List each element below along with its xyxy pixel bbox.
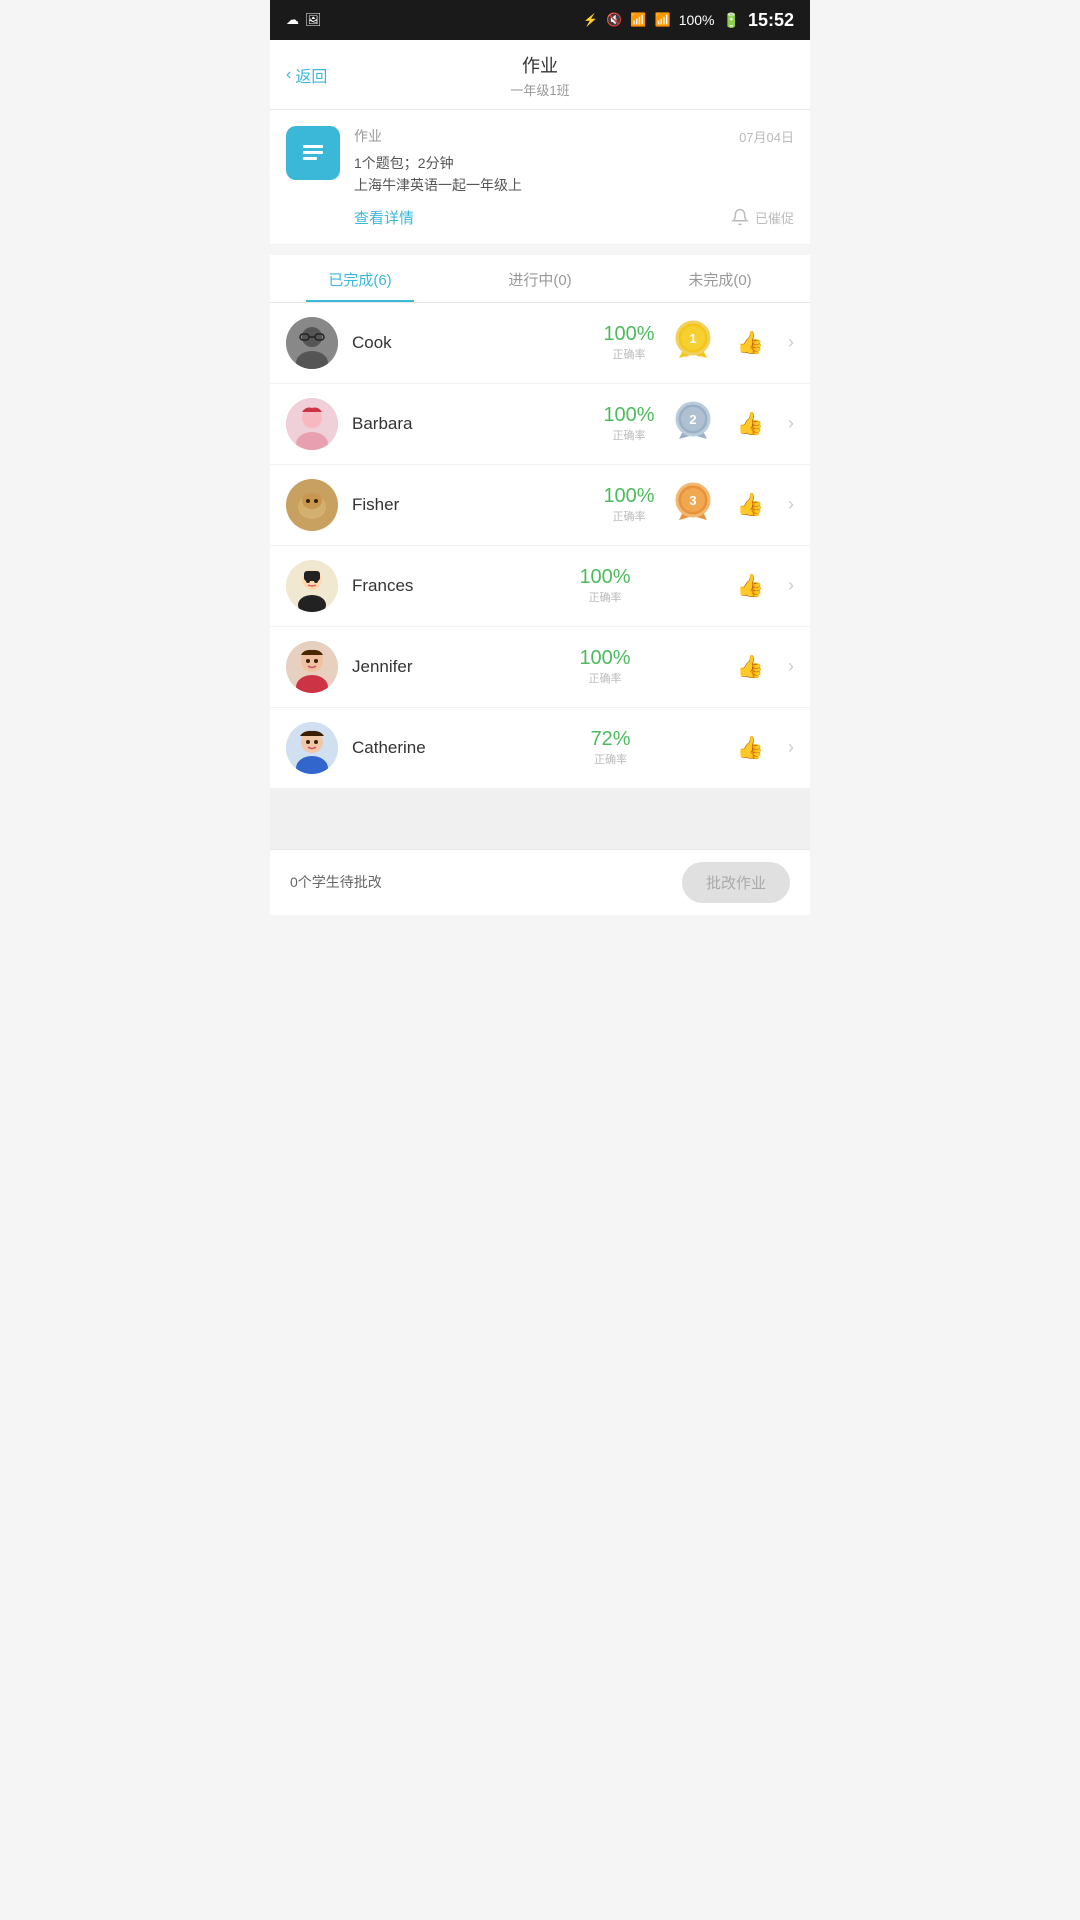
header: ‹ 返回 作业 一年级1班 bbox=[270, 40, 810, 110]
svg-text:2: 2 bbox=[689, 412, 696, 427]
chevron-right-icon: › bbox=[788, 332, 794, 353]
score-label: 正确率 bbox=[591, 751, 631, 767]
medal-bronze: 3 bbox=[673, 482, 713, 528]
signal-icon: 📶 bbox=[655, 12, 671, 28]
like-button[interactable]: 👍 bbox=[737, 573, 764, 599]
battery-label: 100% bbox=[679, 12, 715, 28]
score-block: 72% 正确率 bbox=[591, 728, 631, 767]
chevron-right-icon: › bbox=[788, 575, 794, 596]
page-title: 作业 bbox=[270, 52, 810, 78]
assignment-footer: 查看详情 已催促 bbox=[354, 207, 794, 228]
score-label: 正确率 bbox=[603, 508, 654, 524]
avatar bbox=[286, 722, 338, 774]
cloud-icon: ☁ bbox=[286, 12, 299, 28]
student-name: Frances bbox=[352, 576, 565, 596]
like-button[interactable]: 👍 bbox=[737, 735, 764, 761]
status-right: ⚡ 🔇 📶 📶 100% 🔋 15:52 bbox=[583, 10, 794, 31]
score-value: 100% bbox=[579, 566, 630, 589]
score-value: 100% bbox=[603, 404, 654, 427]
status-bar: ☁ 🖼 ⚡ 🔇 📶 📶 100% 🔋 15:52 bbox=[270, 0, 810, 40]
tab-in-progress[interactable]: 进行中(0) bbox=[450, 255, 630, 302]
chevron-left-icon: ‹ bbox=[286, 66, 291, 84]
tab-completed[interactable]: 已完成(6) bbox=[270, 255, 450, 302]
table-row[interactable]: Barbara 100% 正确率 2 👍 › bbox=[270, 384, 810, 465]
chevron-right-icon: › bbox=[788, 656, 794, 677]
avatar bbox=[286, 479, 338, 531]
table-row[interactable]: Fisher 100% 正确率 3 👍 › bbox=[270, 465, 810, 546]
like-button[interactable]: 👍 bbox=[737, 330, 764, 356]
grade-button[interactable]: 批改作业 bbox=[682, 862, 790, 903]
score-block: 100% 正确率 bbox=[603, 485, 654, 524]
remind-button[interactable]: 已催促 bbox=[731, 208, 794, 227]
page-subtitle: 一年级1班 bbox=[270, 80, 810, 99]
score-block: 100% 正确率 bbox=[603, 404, 654, 443]
assignment-type-label: 作业 bbox=[354, 126, 382, 146]
image-icon: 🖼 bbox=[305, 12, 322, 28]
battery-icon: 🔋 bbox=[723, 12, 740, 29]
medal-silver: 2 bbox=[673, 401, 713, 447]
score-value: 100% bbox=[603, 323, 654, 346]
chevron-right-icon: › bbox=[788, 494, 794, 515]
table-row[interactable]: Catherine 72% 正确率 👍 › bbox=[270, 708, 810, 789]
table-row[interactable]: Jennifer 100% 正确率 👍 › bbox=[270, 627, 810, 708]
table-row[interactable]: Frances 100% 正确率 👍 › bbox=[270, 546, 810, 627]
chevron-right-icon: › bbox=[788, 413, 794, 434]
assignment-info: 作业 07月04日 1个题包；2分钟 上海牛津英语一起一年级上 查看详情 已催促 bbox=[354, 126, 794, 228]
score-label: 正确率 bbox=[579, 589, 630, 605]
student-list: Cook 100% 正确率 1 👍 › Barbara 100% bbox=[270, 303, 810, 789]
assignment-top: 作业 07月04日 bbox=[354, 126, 794, 146]
score-value: 72% bbox=[591, 728, 631, 751]
wifi-icon: 📶 bbox=[630, 12, 646, 28]
student-name: Cook bbox=[352, 333, 589, 353]
assignment-date: 07月04日 bbox=[739, 127, 794, 146]
like-button[interactable]: 👍 bbox=[737, 411, 764, 437]
back-label: 返回 bbox=[295, 63, 327, 87]
assignment-icon bbox=[286, 126, 340, 180]
assignment-card: 作业 07月04日 1个题包；2分钟 上海牛津英语一起一年级上 查看详情 已催促 bbox=[270, 110, 810, 245]
status-left-icons: ☁ 🖼 bbox=[286, 12, 322, 28]
score-value: 100% bbox=[579, 647, 630, 670]
medal-gold: 1 bbox=[673, 320, 713, 366]
avatar bbox=[286, 398, 338, 450]
tab-incomplete[interactable]: 未完成(0) bbox=[630, 255, 810, 302]
assignment-desc2: 上海牛津英语一起一年级上 bbox=[354, 174, 794, 196]
pending-label: 0个学生待批改 bbox=[290, 872, 382, 892]
avatar bbox=[286, 317, 338, 369]
student-name: Fisher bbox=[352, 495, 589, 515]
student-name: Catherine bbox=[352, 738, 577, 758]
score-label: 正确率 bbox=[603, 427, 654, 443]
back-button[interactable]: ‹ 返回 bbox=[286, 63, 327, 87]
score-label: 正确率 bbox=[603, 346, 654, 362]
like-button[interactable]: 👍 bbox=[737, 654, 764, 680]
assignment-desc1: 1个题包；2分钟 bbox=[354, 152, 794, 174]
student-name: Barbara bbox=[352, 414, 589, 434]
chevron-right-icon: › bbox=[788, 737, 794, 758]
mute-icon: 🔇 bbox=[606, 12, 622, 28]
bottom-bar: 0个学生待批改 批改作业 bbox=[270, 849, 810, 915]
score-label: 正确率 bbox=[579, 670, 630, 686]
score-block: 100% 正确率 bbox=[579, 566, 630, 605]
score-block: 100% 正确率 bbox=[579, 647, 630, 686]
bluetooth-icon: ⚡ bbox=[583, 13, 598, 27]
table-row[interactable]: Cook 100% 正确率 1 👍 › bbox=[270, 303, 810, 384]
like-button[interactable]: 👍 bbox=[737, 492, 764, 518]
status-time: 15:52 bbox=[748, 10, 794, 31]
score-block: 100% 正确率 bbox=[603, 323, 654, 362]
view-detail-link[interactable]: 查看详情 bbox=[354, 207, 414, 228]
student-name: Jennifer bbox=[352, 657, 565, 677]
remind-label: 已催促 bbox=[755, 208, 794, 227]
tabs-container: 已完成(6) 进行中(0) 未完成(0) bbox=[270, 255, 810, 303]
empty-space bbox=[270, 789, 810, 849]
svg-text:1: 1 bbox=[689, 331, 696, 346]
score-value: 100% bbox=[603, 485, 654, 508]
svg-text:3: 3 bbox=[689, 493, 696, 508]
avatar bbox=[286, 560, 338, 612]
avatar bbox=[286, 641, 338, 693]
